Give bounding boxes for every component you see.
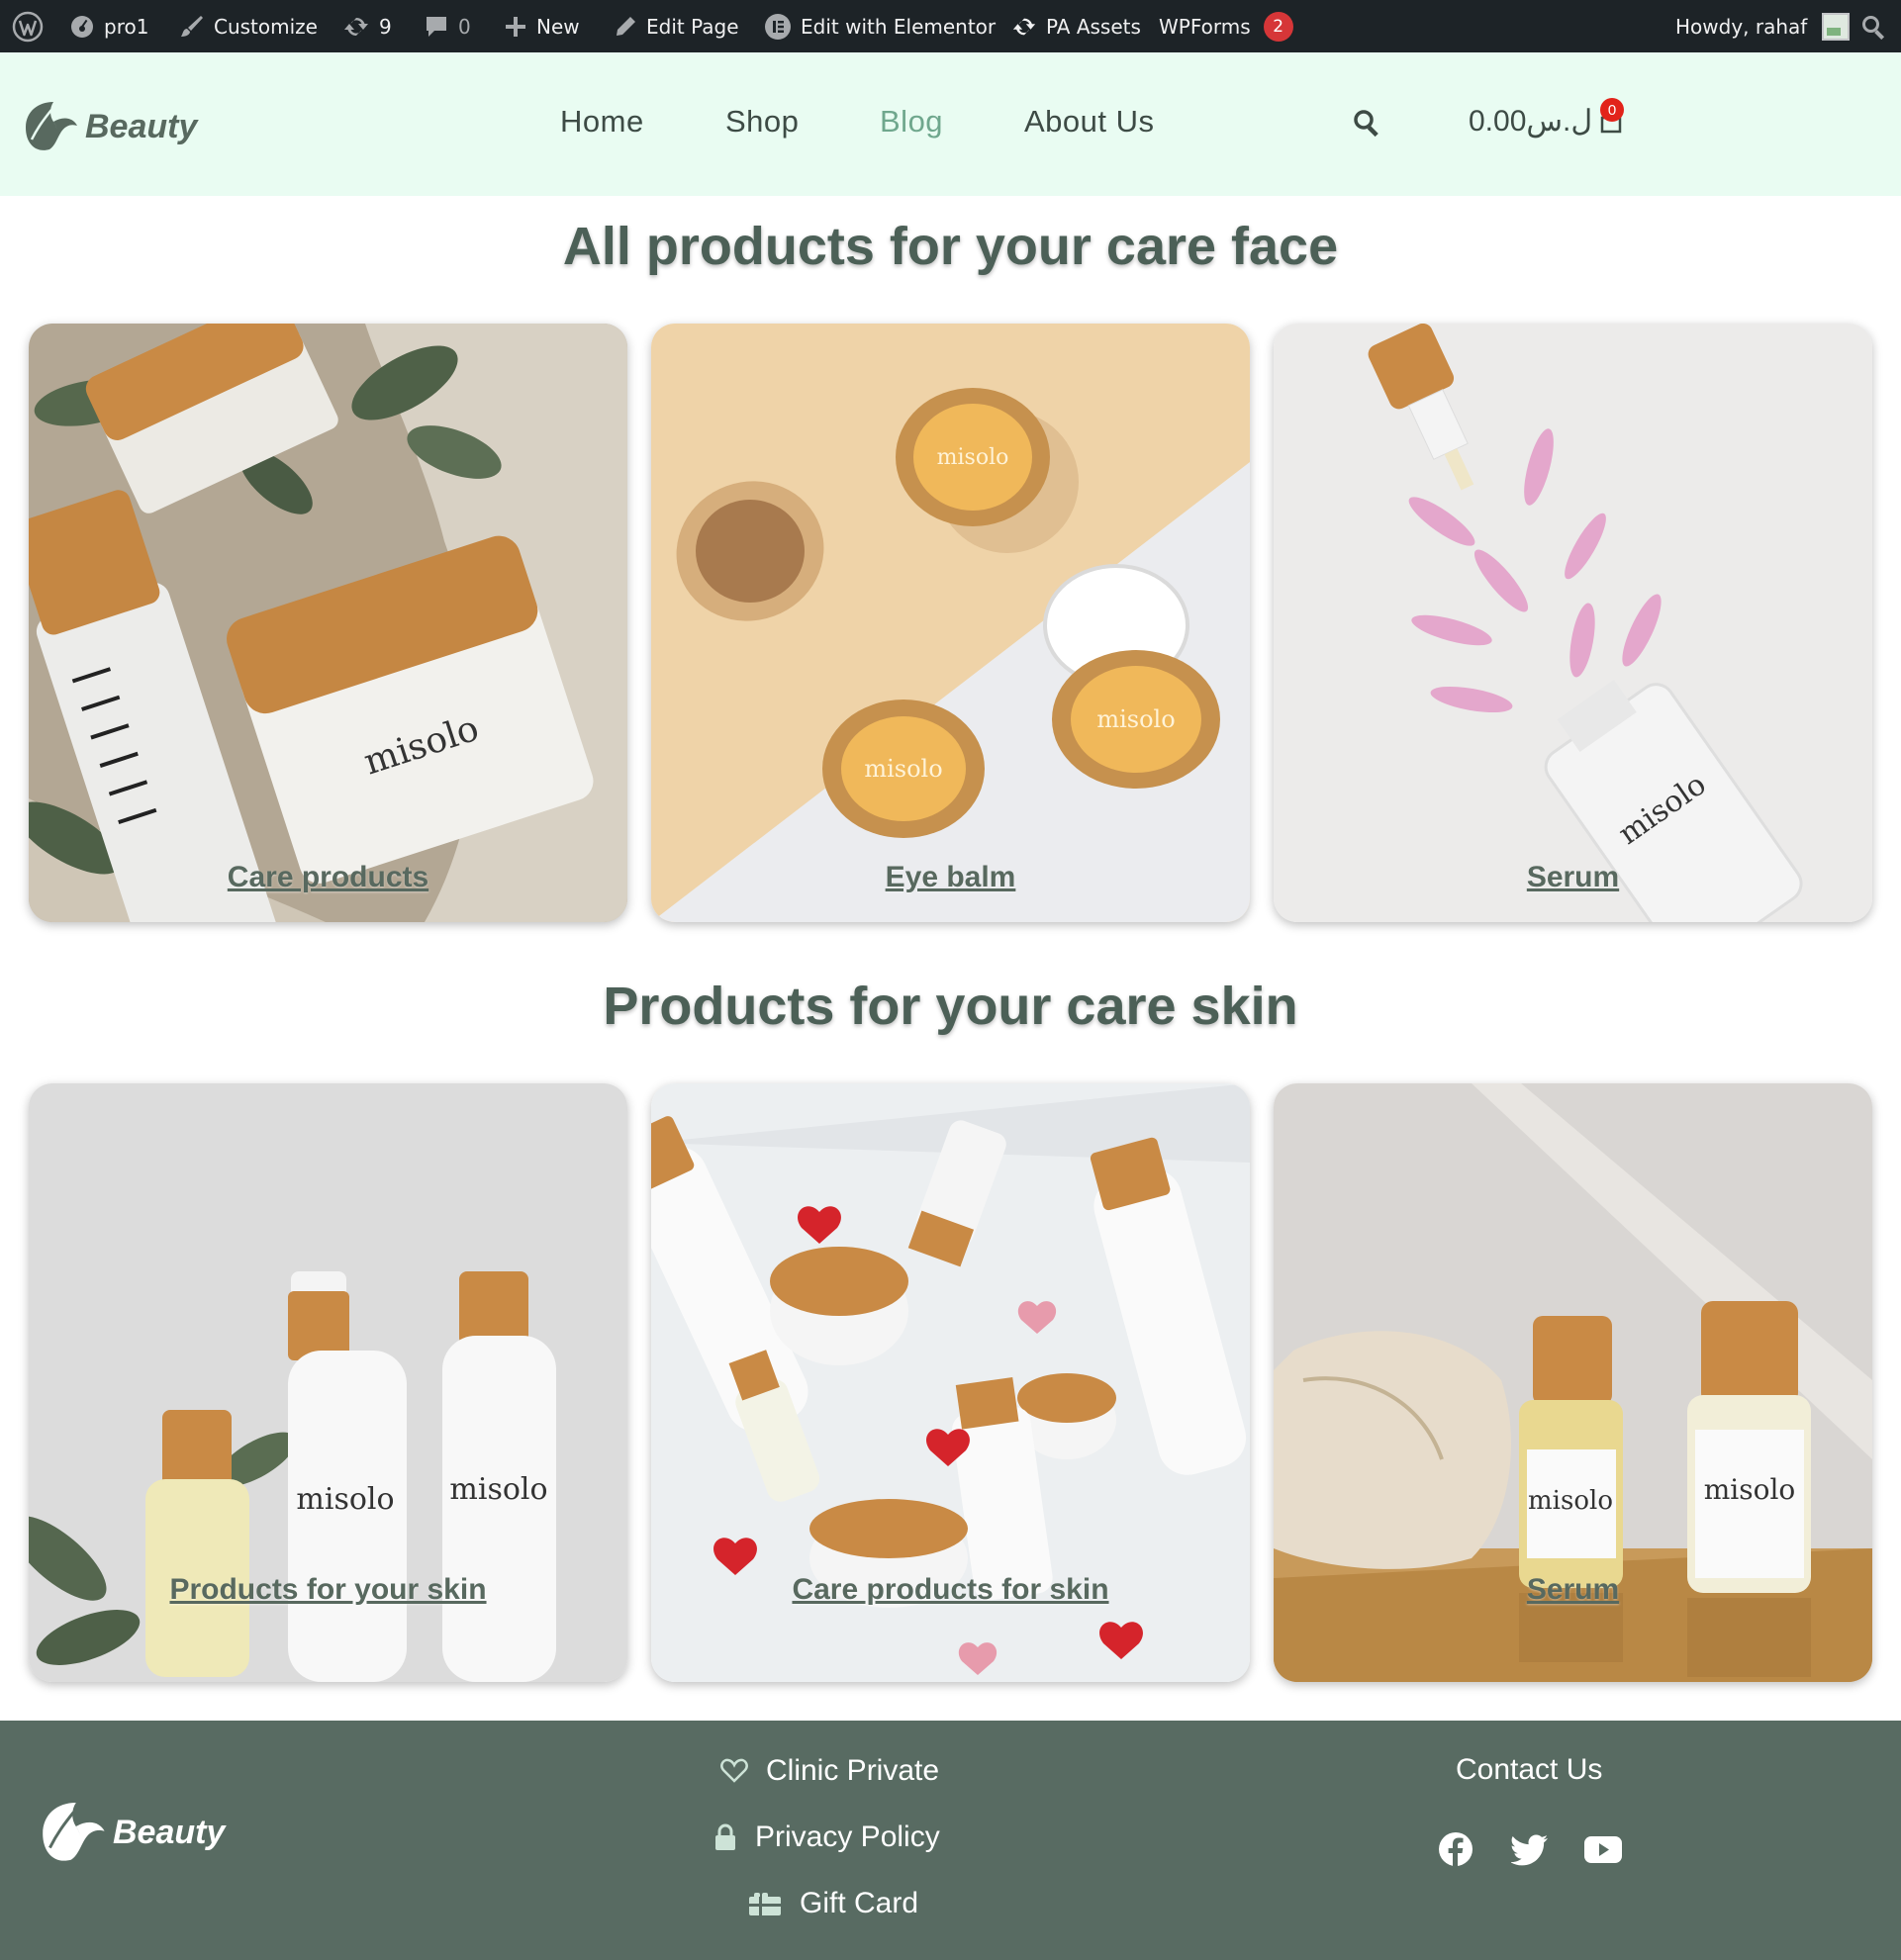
- svg-text:misolo: misolo: [1528, 1486, 1613, 1516]
- brush-icon: [181, 15, 203, 37]
- logo-text: Beauty: [85, 107, 198, 145]
- new-label: New: [536, 14, 580, 39]
- product-card-products-for-your-skin[interactable]: misolo misolo Products for your skin: [29, 1083, 627, 1682]
- card-label[interactable]: Serum: [1274, 1573, 1872, 1607]
- refresh-icon: [1012, 18, 1036, 35]
- svg-text:misolo: misolo: [296, 1482, 394, 1517]
- youtube-icon[interactable]: [1583, 1831, 1623, 1872]
- site-logo[interactable]: Beauty: [20, 98, 197, 155]
- card-label[interactable]: Products for your skin: [29, 1573, 627, 1607]
- product-photo-serum-and-cream: misolo: [29, 324, 627, 922]
- card-label[interactable]: Eye balm: [651, 861, 1250, 894]
- updates-icon: [344, 17, 368, 36]
- footer-link-label: Gift Card: [800, 1887, 919, 1919]
- footer-logo[interactable]: Beauty: [36, 1798, 225, 1867]
- svg-text:misolo: misolo: [449, 1472, 547, 1507]
- admin-search-icon[interactable]: [1860, 0, 1886, 52]
- footer-link-label: Privacy Policy: [755, 1820, 940, 1853]
- customize-label: Customize: [214, 14, 318, 39]
- nav-about-us[interactable]: About Us: [1024, 104, 1155, 140]
- card-label[interactable]: Serum: [1274, 861, 1872, 894]
- product-photo-balm-jars: misolo misolo misolo: [651, 324, 1250, 922]
- svg-text:misolo: misolo: [864, 755, 942, 783]
- wp-admin-bar: pro1 Customize 9 0 New Edit Page Edit wi…: [0, 0, 1901, 52]
- comment-icon: [427, 16, 446, 37]
- leaf-logo-icon: [26, 102, 77, 150]
- svg-text:misolo: misolo: [937, 445, 1009, 470]
- leaf-logo-icon: [43, 1803, 105, 1861]
- wpforms-label: WPForms: [1159, 14, 1251, 39]
- updates-link[interactable]: 9: [342, 0, 392, 52]
- howdy-text: Howdy, rahaf: [1675, 14, 1808, 39]
- product-card-serum[interactable]: misolo Serum: [1274, 324, 1872, 922]
- site-menu[interactable]: pro1: [69, 0, 148, 52]
- twitter-icon[interactable]: [1510, 1831, 1549, 1871]
- product-card-care-products-for-skin[interactable]: Care products for skin: [651, 1083, 1250, 1682]
- footer-link-gift-card[interactable]: Gift Card: [748, 1887, 918, 1920]
- product-photo-serum-petals: misolo: [1274, 324, 1872, 922]
- cart-count-badge: 0: [1600, 98, 1624, 122]
- product-card-eye-balm[interactable]: misolo misolo misolo Eye balm: [651, 324, 1250, 922]
- pa-assets-link[interactable]: PA Assets: [1011, 0, 1141, 52]
- plus-icon: [506, 16, 525, 37]
- nav-home[interactable]: Home: [560, 104, 644, 140]
- cart-total: 0.00ل.س: [1469, 105, 1593, 138]
- wpforms-badge: 2: [1263, 11, 1293, 42]
- new-content-link[interactable]: New: [504, 0, 580, 52]
- edit-elementor-label: Edit with Elementor: [801, 14, 997, 39]
- site-name: pro1: [104, 14, 149, 39]
- header-search-icon[interactable]: [1352, 108, 1381, 142]
- dashboard-icon: [71, 15, 93, 38]
- product-card-serum-2[interactable]: misolo misolo Serum: [1274, 1083, 1872, 1682]
- pa-assets-label: PA Assets: [1046, 14, 1141, 39]
- customize-link[interactable]: Customize: [179, 0, 318, 52]
- section-title-face: All products for your care face: [562, 217, 1339, 276]
- nav-shop[interactable]: Shop: [725, 104, 799, 140]
- my-account-menu[interactable]: Howdy, rahaf: [1675, 0, 1851, 52]
- facebook-icon[interactable]: [1438, 1831, 1473, 1872]
- comments-count: 0: [458, 14, 471, 39]
- wordpress-logo-icon[interactable]: [12, 0, 44, 52]
- section-title-skin: Products for your care skin: [603, 977, 1298, 1036]
- lock-icon: [715, 1823, 735, 1850]
- footer-link-clinic-private[interactable]: Clinic Private: [720, 1754, 939, 1788]
- footer-link-privacy-policy[interactable]: Privacy Policy: [713, 1820, 940, 1854]
- comments-link[interactable]: 0: [424, 0, 471, 52]
- card-label[interactable]: Care products: [29, 861, 627, 894]
- site-footer: Beauty Clinic Private Privacy Policy Gif…: [0, 1721, 1901, 1960]
- edit-page-link[interactable]: Edit Page: [614, 0, 739, 52]
- wpforms-link[interactable]: WPForms 2: [1159, 0, 1293, 52]
- pencil-icon: [617, 16, 635, 36]
- footer-logo-text: Beauty: [113, 1813, 226, 1851]
- card-label[interactable]: Care products for skin: [651, 1573, 1250, 1607]
- avatar: [1822, 12, 1851, 41]
- svg-text:misolo: misolo: [1704, 1473, 1796, 1506]
- edit-page-label: Edit Page: [646, 14, 739, 39]
- gift-card-icon: [749, 1893, 781, 1915]
- heart-icon: [720, 1758, 748, 1783]
- nav-blog[interactable]: Blog: [880, 104, 943, 140]
- svg-text:misolo: misolo: [1096, 705, 1175, 733]
- edit-elementor-link[interactable]: Edit with Elementor: [764, 0, 996, 52]
- product-card-care-products[interactable]: misolo Care products: [29, 324, 627, 922]
- updates-count: 9: [379, 14, 392, 39]
- elementor-icon: [765, 13, 791, 40]
- contact-title: Contact Us: [1456, 1753, 1603, 1786]
- footer-link-label: Clinic Private: [766, 1754, 940, 1787]
- site-header: Beauty Home Shop Blog About Us 0.00ل.س 0: [0, 52, 1901, 196]
- cart-widget[interactable]: 0.00ل.س 0: [1469, 98, 1624, 139]
